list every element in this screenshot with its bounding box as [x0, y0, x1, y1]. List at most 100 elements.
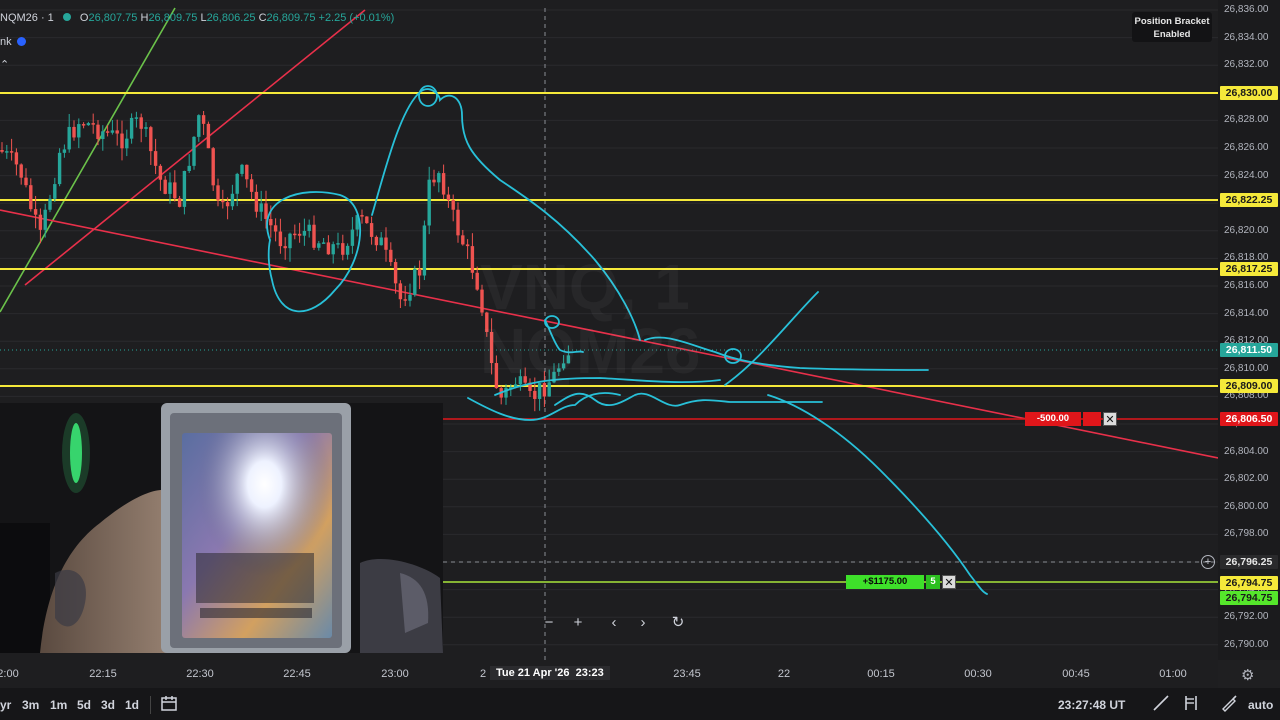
brush-icon-glyph [1222, 695, 1237, 712]
candle-body [115, 130, 119, 134]
auto-scale-button[interactable]: auto [1248, 698, 1273, 712]
calendar-icon[interactable] [160, 694, 178, 717]
target-order-qty[interactable]: 5 [926, 575, 940, 589]
current-price-tag: 26,811.50 [1220, 343, 1278, 357]
range-button-3d[interactable]: 3d [101, 698, 115, 712]
candle-body [278, 231, 283, 247]
gear-icon[interactable]: ⚙ [1241, 666, 1254, 684]
stop-order-pnl: -500.00 [1036, 413, 1070, 424]
range-button-1d[interactable]: 1d [125, 698, 139, 712]
position-bracket-badge[interactable]: Position Bracket Enabled [1132, 12, 1212, 42]
price-tick: 26,826.00 [1224, 142, 1269, 153]
time-tick: 22 [777, 668, 791, 680]
candle-body [456, 209, 460, 236]
candle-body [345, 245, 350, 255]
candle-body [139, 117, 143, 129]
candle-body [67, 126, 71, 150]
candle-body [125, 138, 129, 149]
trendline-icon[interactable] [1152, 694, 1170, 717]
candle-body [225, 202, 230, 207]
stop-order-qty[interactable] [1083, 412, 1101, 426]
candle-body [264, 203, 268, 219]
candle-body [326, 242, 331, 255]
candle-body [14, 152, 19, 165]
candle-body [134, 117, 139, 119]
crosshair-plus-icon[interactable]: + [1201, 555, 1215, 569]
candle-body [192, 136, 196, 166]
candle-body [0, 150, 4, 152]
range-button-1m[interactable]: 1m [50, 698, 67, 712]
indicator-legend[interactable]: nk [0, 36, 26, 48]
candle-body [86, 123, 91, 126]
candle-body [110, 130, 115, 133]
candle-body [437, 173, 441, 183]
candle-body [182, 170, 187, 207]
time-axis[interactable]: 2:00 22:15 22:30 22:45 23:00 2 Tue 21 Ap… [0, 660, 1218, 688]
candle-body [206, 123, 211, 149]
candle-body [379, 237, 383, 246]
price-tick: 26,836.00 [1224, 4, 1269, 15]
candle-body [393, 262, 398, 284]
candle-body [216, 185, 220, 201]
zoom-in-button[interactable]: + [567, 612, 589, 634]
crosshair-date: Tue 21 Apr '26 [496, 667, 570, 679]
candle-body [9, 151, 14, 153]
level-tag-26817[interactable]: 26,817.25 [1220, 262, 1278, 276]
candle-body [235, 173, 239, 194]
target-order-pnl: +$1175.00 [862, 576, 908, 587]
time-tick: 2:00 [0, 668, 19, 680]
candle-body [293, 233, 297, 236]
range-button-5d[interactable]: 5d [77, 698, 91, 712]
scroll-left-button[interactable]: ‹ [603, 612, 625, 634]
candle-body [240, 164, 244, 174]
level-tag-26830[interactable]: 26,830.00 [1220, 86, 1278, 100]
candle-body [475, 272, 479, 290]
candle-body [321, 242, 326, 244]
candle-body [153, 151, 158, 166]
candle-body [53, 184, 57, 199]
price-tick: 26,792.00 [1224, 611, 1269, 623]
collapse-legend-icon[interactable]: ⌃ [0, 58, 9, 71]
stop-order-pill[interactable]: -500.00 [1025, 412, 1081, 426]
candle-body [441, 173, 446, 195]
candle-body [81, 124, 86, 126]
target-order-pill[interactable]: +$1175.00 [846, 575, 924, 589]
indicator-label: nk [0, 36, 12, 48]
range-button-1y[interactable]: yr [0, 698, 11, 712]
brush-icon[interactable] [1220, 694, 1238, 717]
scroll-right-button[interactable]: › [632, 612, 654, 634]
close-icon: ✕ [944, 577, 954, 589]
time-tick: 22:45 [283, 668, 311, 680]
target-price-tag-2: 26,794.75 [1220, 591, 1278, 605]
price-tick: 26,800.00 [1224, 500, 1269, 512]
candle-body [273, 225, 278, 232]
stop-price-tag: 26,806.50 [1220, 412, 1278, 426]
candle-body [91, 123, 95, 125]
zoom-out-button[interactable]: − [538, 612, 560, 634]
trendline-icon-glyph [1153, 695, 1169, 711]
reset-chart-button[interactable]: ↻ [667, 612, 689, 634]
price-tick: 26,790.00 [1224, 638, 1269, 650]
bottom-toolbar: yr 3m 1m 5d 3d 1d 23:27:48 UT auto [0, 688, 1280, 720]
fork-icon[interactable] [1182, 694, 1200, 717]
price-tick: 26,804.00 [1224, 445, 1269, 457]
stop-order-cancel-button[interactable]: ✕ [1103, 412, 1117, 426]
candle-body [336, 243, 340, 245]
symbol-label[interactable]: NQM26 · 1 [0, 12, 54, 24]
level-tag-26809[interactable]: 26,809.00 [1220, 379, 1278, 393]
price-axis[interactable]: 26,836.00 26,834.00 26,832.00 26,830.00 26,8… [1218, 0, 1280, 660]
candle-body [302, 230, 307, 236]
candle-body [451, 199, 455, 210]
candle-body [201, 115, 206, 124]
level-tag-26822[interactable]: 26,822.25 [1220, 193, 1278, 207]
candle-body [427, 179, 431, 226]
crosshair-time: 23:23 [575, 667, 604, 679]
range-button-3m[interactable]: 3m [22, 698, 39, 712]
target-order-cancel-button[interactable]: ✕ [942, 575, 956, 589]
candle-body [533, 390, 537, 399]
candle-body [197, 115, 201, 137]
price-tick: 26,814.00 [1224, 307, 1269, 319]
low-value: 26,806.25 [206, 12, 256, 24]
candle-body [24, 177, 28, 186]
change-value: +2.25 (+0.01%) [318, 12, 395, 24]
